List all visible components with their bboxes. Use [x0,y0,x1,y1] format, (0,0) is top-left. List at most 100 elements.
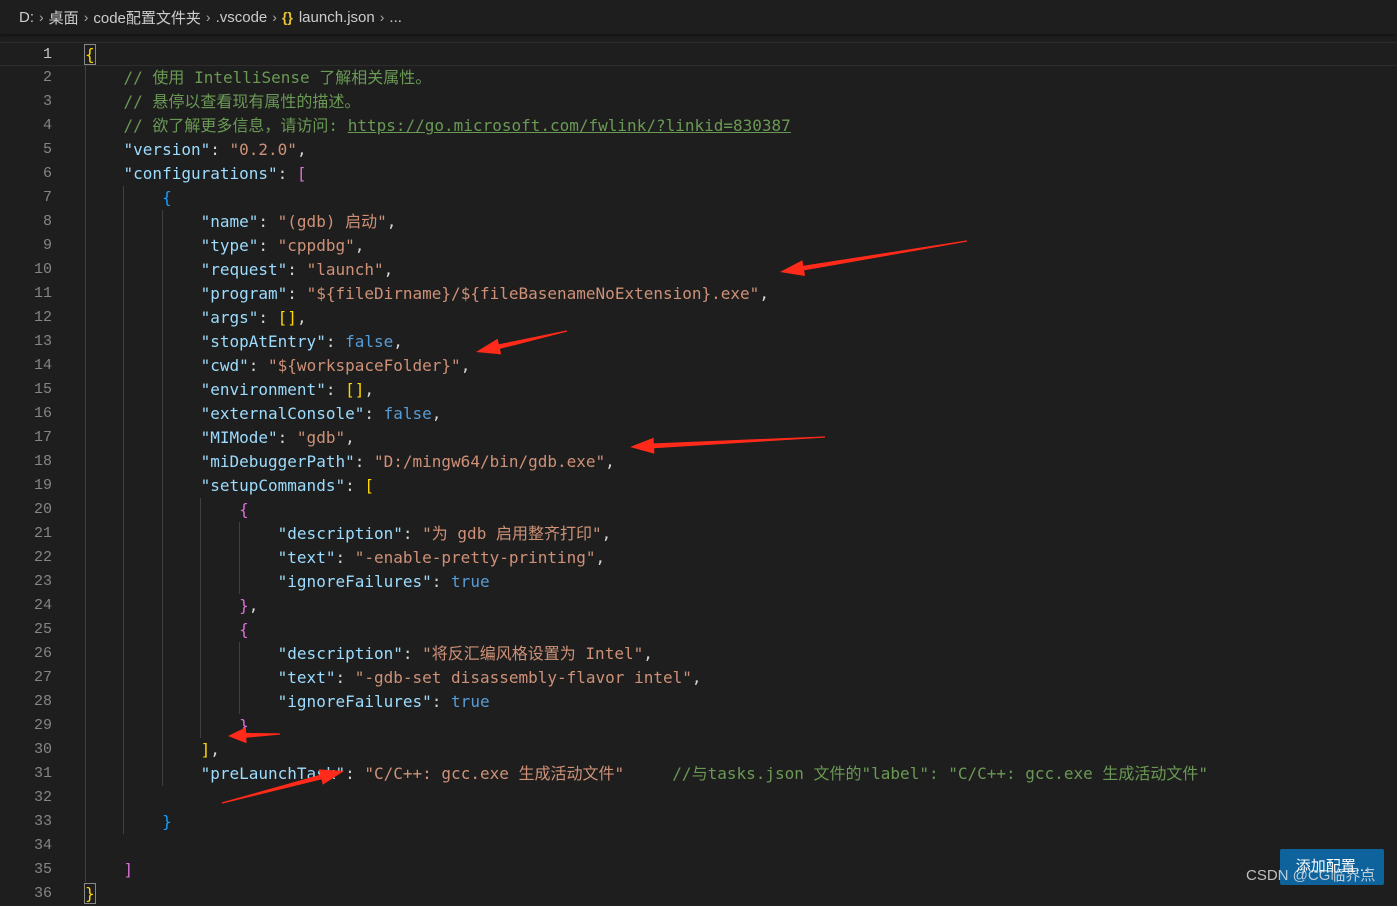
code-content: "ignoreFailures": true [85,690,490,714]
code-line[interactable]: 6 "configurations": [ [0,162,1397,186]
code-content: ] [85,858,134,882]
punctuation: , [595,548,606,567]
code-line[interactable]: 5 "version": "0.2.0", [0,138,1397,162]
chevron-right-icon: › [39,9,44,25]
json-string: "D:/mingw64/bin/gdb.exe" [373,452,606,471]
code-line[interactable]: 26 "description": "将反汇编风格设置为 Intel", [0,642,1397,666]
code-line[interactable]: 28 "ignoreFailures": true [0,690,1397,714]
line-number: 10 [33,261,52,278]
line-number: 13 [33,333,52,350]
line-number: 19 [33,477,52,494]
line-number: 36 [33,885,52,902]
code-line[interactable]: 14 "cwd": "${workspaceFolder}", [0,354,1397,378]
code-line[interactable]: 3 // 悬停以查看现有属性的描述。 [0,90,1397,114]
comment: //与tasks.json 文件的"label": "C/C++: gcc.ex… [672,764,1208,783]
code-content: "name": "(gdb) 启动", [85,210,397,234]
comment: // 使用 IntelliSense 了解相关属性。 [123,68,432,87]
punctuation: , [460,356,471,375]
indent-guide [238,642,240,714]
code-line[interactable]: 20 { [0,498,1397,522]
line-number: 35 [33,861,52,878]
json-string: "-enable-pretty-printing" [354,548,596,567]
punctuation: : [287,284,307,303]
code-line[interactable]: 25 { [0,618,1397,642]
breadcrumb-item[interactable]: D: [19,9,34,26]
code-line[interactable]: 7 { [0,186,1397,210]
json-key: "MIMode" [200,428,278,447]
code-line[interactable]: 29 } [0,714,1397,738]
code-line[interactable]: 15 "environment": [], [0,378,1397,402]
code-content: }, [85,594,258,618]
code-line[interactable]: 21 "description": "为 gdb 启用整齐打印", [0,522,1397,546]
code-line[interactable]: 8 "name": "(gdb) 启动", [0,210,1397,234]
breadcrumb-item[interactable]: 桌面 [49,7,79,28]
punctuation: , [296,140,307,159]
code-line[interactable]: 27 "text": "-gdb-set disassembly-flavor … [0,666,1397,690]
code-line[interactable]: 10 "request": "launch", [0,258,1397,282]
code-content: ], [85,738,220,762]
chevron-right-icon: › [272,9,277,25]
code-line[interactable]: 33 } [0,810,1397,834]
code-line[interactable]: 17 "MIMode": "gdb", [0,426,1397,450]
code-line[interactable]: 4 // 欲了解更多信息，请访问: https://go.microsoft.c… [0,114,1397,138]
code-line[interactable]: 35 ] [0,858,1397,882]
code-line[interactable]: 31 "preLaunchTask": "C/C++: gcc.exe 生成活动… [0,762,1397,786]
code-line[interactable]: 12 "args": [], [0,306,1397,330]
code-content: "text": "-enable-pretty-printing", [85,546,606,570]
line-number: 20 [33,501,52,518]
punctuation: : [335,548,355,567]
comment: // 欲了解更多信息，请访问: [123,116,348,135]
code-line[interactable]: 18 "miDebuggerPath": "D:/mingw64/bin/gdb… [0,450,1397,474]
code-content: "text": "-gdb-set disassembly-flavor int… [85,666,702,690]
punctuation: : [277,164,297,183]
punctuation: , [759,284,769,303]
punctuation: : [325,332,346,351]
code-line[interactable]: 22 "text": "-enable-pretty-printing", [0,546,1397,570]
code-line[interactable]: 34 [0,834,1397,858]
indent-guide [85,66,86,882]
code-line[interactable]: 13 "stopAtEntry": false, [0,330,1397,354]
breadcrumb-item[interactable]: ... [389,9,402,26]
code-content: "setupCommands": [ [85,474,374,498]
punctuation: , [601,524,612,543]
code-line[interactable]: 9 "type": "cppdbg", [0,234,1397,258]
code-line[interactable]: 30 ], [0,738,1397,762]
line-number: 30 [33,741,52,758]
code-line[interactable]: 36} [0,882,1397,906]
punctuation: : [287,260,307,279]
code-content: } [85,810,172,834]
code-editor[interactable]: 1{2 // 使用 IntelliSense 了解相关属性。 3 // 悬停以查看… [0,34,1397,904]
punctuation: , [431,404,442,423]
punctuation: : [345,476,365,495]
code-line[interactable]: 19 "setupCommands": [ [0,474,1397,498]
line-number: 23 [33,573,52,590]
line-number: 31 [33,765,52,782]
line-number: 14 [33,357,52,374]
breadcrumb-item[interactable]: launch.json [299,9,375,26]
json-literal: false [383,404,432,423]
punctuation: : [431,572,452,591]
breadcrumb-item[interactable]: code配置文件夹 [93,7,201,28]
code-line[interactable]: 24 }, [0,594,1397,618]
breadcrumb-item[interactable]: .vscode [216,9,268,26]
code-line[interactable]: 2 // 使用 IntelliSense 了解相关属性。 [0,66,1397,90]
code-line[interactable]: 1{ [0,42,1397,66]
code-line[interactable]: 16 "externalConsole": false, [0,402,1397,426]
code-line[interactable]: 32 [0,786,1397,810]
code-line[interactable]: 11 "program": "${fileDirname}/${fileBase… [0,282,1397,306]
line-number: 27 [33,669,52,686]
punctuation: : [345,764,365,783]
code-line[interactable]: 23 "ignoreFailures": true [0,570,1397,594]
json-key: "name" [200,212,259,231]
line-number: 7 [42,189,52,206]
code-content: "configurations": [ [85,162,307,186]
json-string: "cppdbg" [277,236,355,255]
